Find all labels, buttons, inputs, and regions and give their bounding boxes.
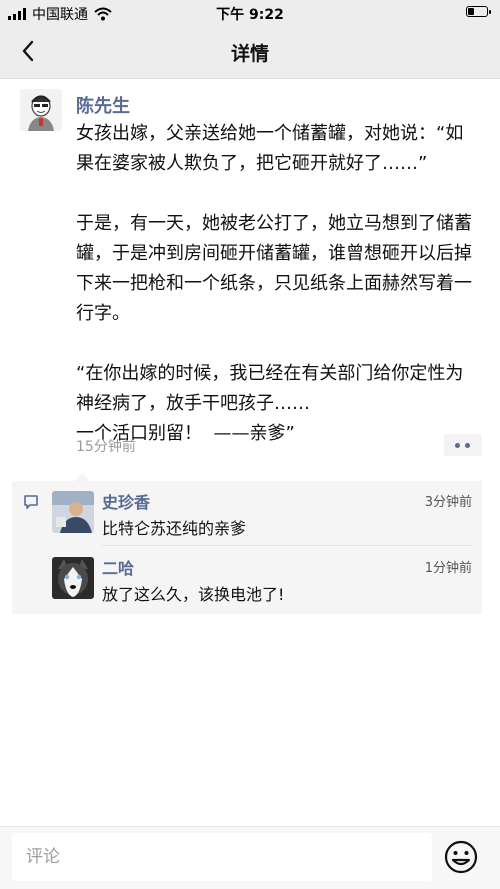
commenter-name[interactable]: 史珍香 [102,489,150,513]
comment-text: 放了这么久，该换电池了! [102,585,285,604]
comment-input[interactable] [12,833,432,881]
comment-divider [102,545,472,546]
comment-bar [0,826,500,889]
battery-icon [466,6,491,17]
page-title: 详情 [230,43,269,65]
comment-time: 3分钟前 [424,495,472,510]
smiley-icon[interactable] [440,836,482,878]
comment-text: 比特仑苏还纯的亲爹 [102,519,247,538]
commenter-avatar[interactable] [52,557,94,599]
nav-bar: 详情 [0,26,500,79]
status-bar: 中国联通 下午 9:22 [0,0,500,26]
commenter-avatar[interactable] [52,491,94,533]
author-name[interactable]: 陈先生 [76,92,130,118]
post-timestamp: 15分钟前 [76,439,136,455]
post-content: 女孩出嫁，父亲送给她一个储蓄罐，对她说：“如果在婆家被人欺负了，把它砸开就好了…… [76,123,472,444]
author-avatar[interactable] [20,89,62,131]
more-dots-icon[interactable] [444,434,482,456]
status-time: 下午 9:22 [216,7,284,23]
comment-icon [24,495,38,509]
comment-item[interactable]: 二哈 1分钟前 放了这么久，该换电池了! [52,549,472,609]
comment-item[interactable]: 史珍香 3分钟前 比特仑苏还纯的亲爹 [52,483,472,546]
comment-section: 史珍香 3分钟前 比特仑苏还纯的亲爹 二哈 1分钟前 放了这么久，该换电池了! [12,473,482,614]
comment-time: 1分钟前 [424,561,472,576]
commenter-name[interactable]: 二哈 [102,555,134,579]
